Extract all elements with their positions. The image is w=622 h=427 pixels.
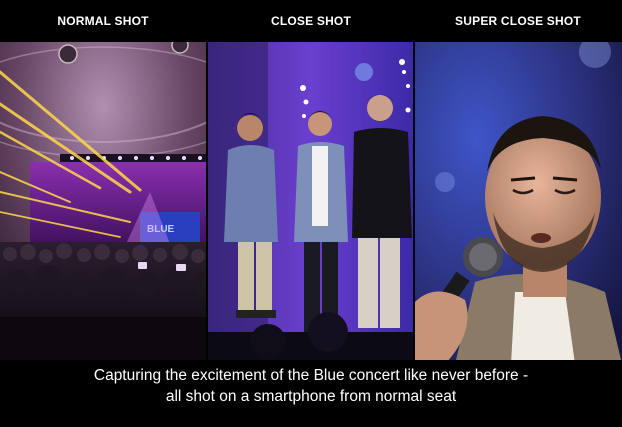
normal-shot-photo: BLUE xyxy=(0,42,206,364)
header-bar: NORMAL SHOT CLOSE SHOT SUPER CLOSE SHOT xyxy=(0,0,622,42)
caption: Capturing the excitement of the Blue con… xyxy=(0,360,622,427)
caption-line-1: Capturing the excitement of the Blue con… xyxy=(93,367,529,384)
normal-shot-label: NORMAL SHOT xyxy=(57,14,149,28)
close-shot-label: CLOSE SHOT xyxy=(270,14,352,28)
super-close-shot-label: SUPER CLOSE SHOT xyxy=(455,14,581,28)
caption-line-2: all shot on a smartphone from normal sea… xyxy=(165,388,457,405)
close-shot-photo xyxy=(208,42,413,364)
super-close-shot-photo xyxy=(415,42,622,364)
